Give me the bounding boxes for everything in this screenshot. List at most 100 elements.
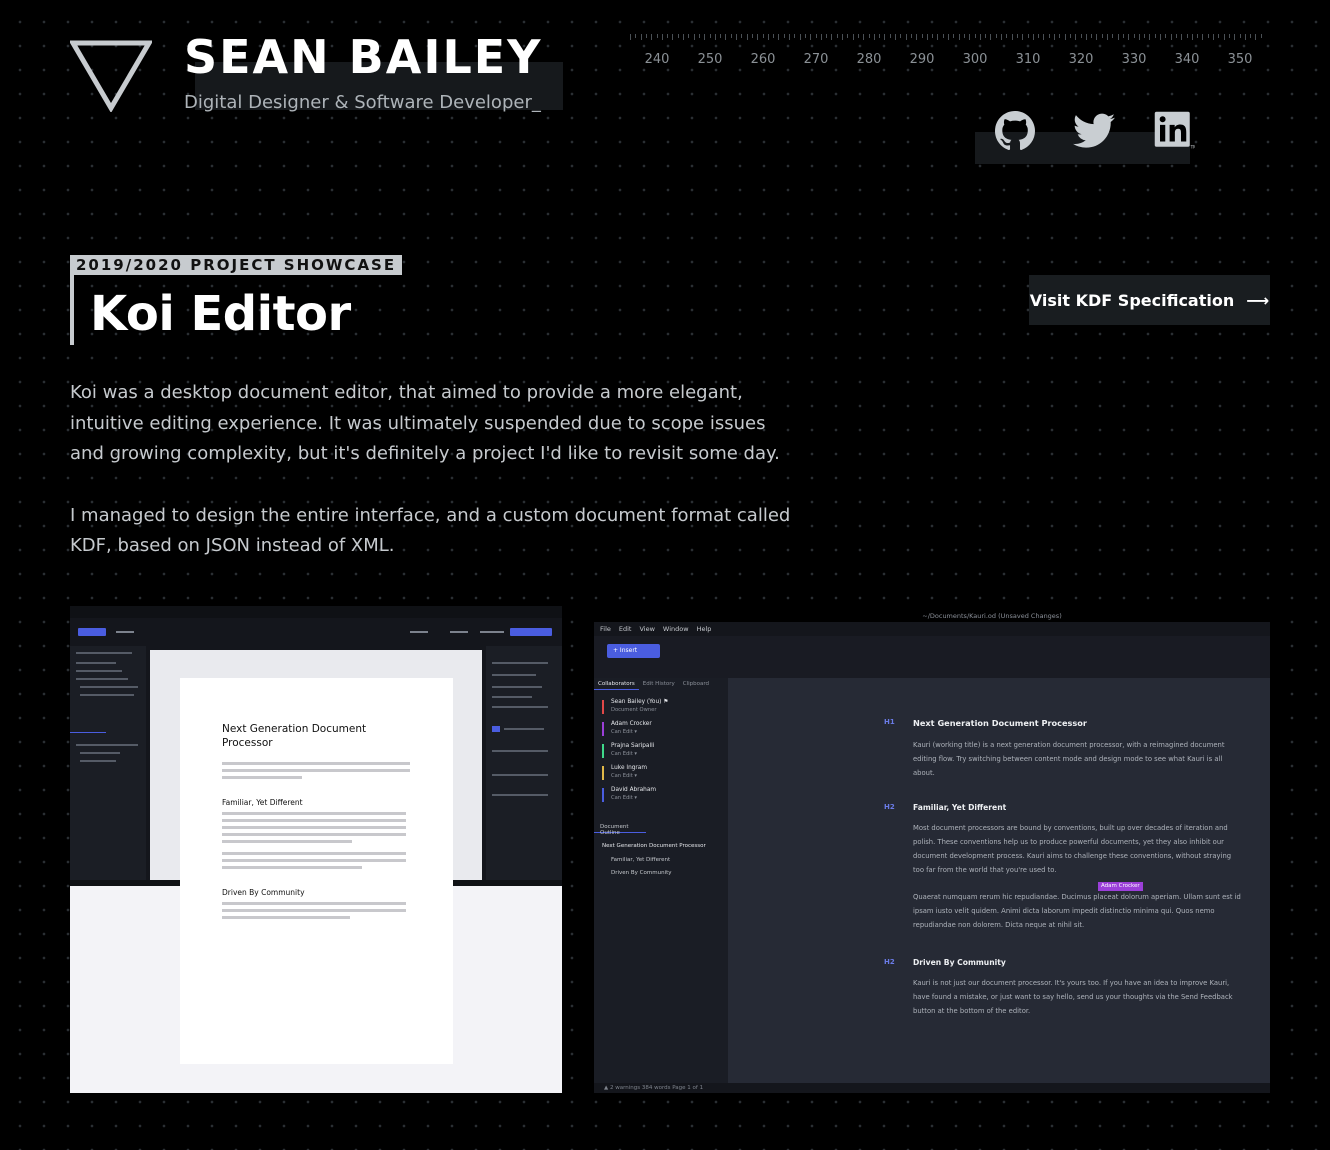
ruler-label: 330 [1121, 52, 1147, 67]
ruler-tick [720, 34, 722, 38]
heading-level-tag: H2 [884, 958, 895, 966]
heading-level-tag: H1 [884, 718, 895, 726]
panel-line [492, 706, 548, 708]
collaborator-item[interactable]: Prajna Saripalli Can Edit ▾ [602, 743, 722, 761]
heading-level-tag: H2 [884, 803, 895, 811]
doc-paragraph: Kauri (working title) is a next generati… [913, 741, 1225, 777]
project-kicker: 2019/2020 PROJECT SHOWCASE [70, 255, 403, 275]
ruler-tick [1175, 34, 1177, 38]
arrow-right-icon: ⟶ [1246, 290, 1270, 310]
ruler-tick [1022, 34, 1024, 40]
ruler-tick [810, 34, 812, 40]
collaborator-item[interactable]: David Abraham Can Edit ▾ [602, 787, 722, 805]
collaborator-role[interactable]: Can Edit ▾ [611, 773, 637, 780]
ruler-tick [1213, 34, 1214, 40]
ruler-tick [847, 34, 849, 38]
twitter-icon[interactable] [1073, 110, 1115, 152]
ruler-tick [826, 34, 828, 38]
menu-help[interactable]: Help [697, 622, 712, 636]
collaborator-item[interactable]: Luke Ingram Can Edit ▾ [602, 765, 722, 783]
ruler-tick [1239, 34, 1241, 38]
document-outline-tab[interactable]: Document Outline [594, 821, 646, 836]
outline-item[interactable]: Driven By Community [611, 870, 672, 876]
screenshot-dark-mode[interactable]: ~/Documents/Kauri.od (Unsaved Changes) F… [594, 606, 1270, 1093]
page-text-line [222, 812, 406, 815]
ruler-label: 300 [962, 52, 988, 67]
linkedin-icon[interactable]: TM [1153, 110, 1195, 152]
outline-item[interactable]: Next Generation Document Processor [602, 843, 706, 849]
menu-view[interactable]: View [639, 622, 654, 636]
ruler-tick [804, 34, 806, 38]
tab-clipboard[interactable]: Clipboard [679, 678, 713, 690]
collaborator-color [602, 722, 604, 736]
tab-edit-history[interactable]: Edit History [639, 678, 679, 690]
visit-button-label: Visit KDF Specification [1029, 290, 1235, 310]
panel-line [504, 728, 544, 730]
ruler-tick [1001, 34, 1002, 40]
doc-heading: Driven By Community [913, 958, 1006, 967]
ruler-tick [1133, 34, 1135, 38]
menu-file[interactable]: File [600, 622, 611, 636]
site-name[interactable]: SEAN BAILEY [184, 30, 543, 84]
collaborator-item[interactable]: Sean Bailey (You) ⚑ Document Owner [602, 699, 722, 717]
ruler-tick [879, 34, 881, 38]
window-titlebar [70, 606, 562, 618]
ruler-tick [640, 34, 642, 40]
collaborator-role[interactable]: Can Edit ▾ [611, 795, 637, 802]
screenshot-light-mode[interactable]: Next Generation Document Processor Famil… [70, 606, 562, 1093]
ruler-tick [1059, 34, 1061, 38]
ruler-tick [667, 34, 669, 38]
ruler-tick [630, 34, 631, 40]
visit-kdf-specification-button[interactable]: Visit KDF Specification ⟶ [1029, 275, 1270, 325]
page-text-line [222, 776, 302, 779]
panel-line [492, 774, 548, 776]
toolbar-item [480, 631, 504, 633]
title-accent-bar [70, 273, 74, 345]
ruler-tick [741, 34, 743, 38]
ruler-tick [789, 34, 790, 40]
ruler-tick [1006, 34, 1008, 38]
align-button-active [492, 726, 500, 732]
ruler-tick [730, 34, 732, 38]
ruler-tick [1165, 34, 1167, 38]
doc-paragraph: Kauri is not just our document processor… [913, 979, 1233, 1015]
ruler-tick [1101, 34, 1103, 38]
doc-paragraph: Quaerat numquam rerum hic repudiandae. D… [913, 893, 1241, 929]
sidebar-tab-underline [70, 732, 106, 733]
ruler-tick [1260, 34, 1262, 38]
page-subheading: Driven By Community [222, 888, 305, 897]
ruler-tick [1138, 34, 1140, 40]
ruler-tick [953, 34, 955, 38]
doc-heading: Familiar, Yet Different [913, 803, 1007, 812]
ruler-tick [995, 34, 997, 38]
ruler-tick [794, 34, 796, 38]
page-text-line [222, 909, 406, 912]
ruler-tick [1122, 34, 1124, 38]
menu-edit[interactable]: Edit [619, 622, 632, 636]
ruler-tick [932, 34, 934, 38]
ruler-tick [1228, 34, 1230, 38]
toolbar-item [450, 631, 468, 633]
outline-item[interactable]: Familiar, Yet Different [611, 857, 670, 863]
ruler-tick [709, 34, 711, 38]
ruler-tick [762, 34, 764, 38]
ruler-label: 320 [1068, 52, 1094, 67]
ruler-tick [1149, 34, 1151, 40]
ruler-tick [693, 34, 695, 40]
collaborator-item[interactable]: Adam Crocker Can Edit ▾ [602, 721, 722, 739]
ruler-tick [1080, 34, 1082, 38]
tab-collaborators[interactable]: Collaborators [594, 678, 639, 690]
github-icon[interactable] [994, 110, 1036, 152]
insert-button[interactable]: + Insert [607, 644, 660, 658]
collaborator-name: Prajna Saripalli [611, 743, 655, 749]
ruler-tick [895, 34, 896, 40]
ruler-tick [1038, 34, 1040, 38]
collaborator-role[interactable]: Can Edit ▾ [611, 729, 637, 736]
menu-window[interactable]: Window [663, 622, 689, 636]
ruler-tick [1085, 34, 1087, 40]
toolbar [594, 636, 1270, 678]
collaborator-role[interactable]: Can Edit ▾ [611, 751, 637, 758]
ruler-tick [1043, 34, 1045, 40]
ruler-tick [635, 34, 637, 38]
ruler-tick [1144, 34, 1146, 38]
